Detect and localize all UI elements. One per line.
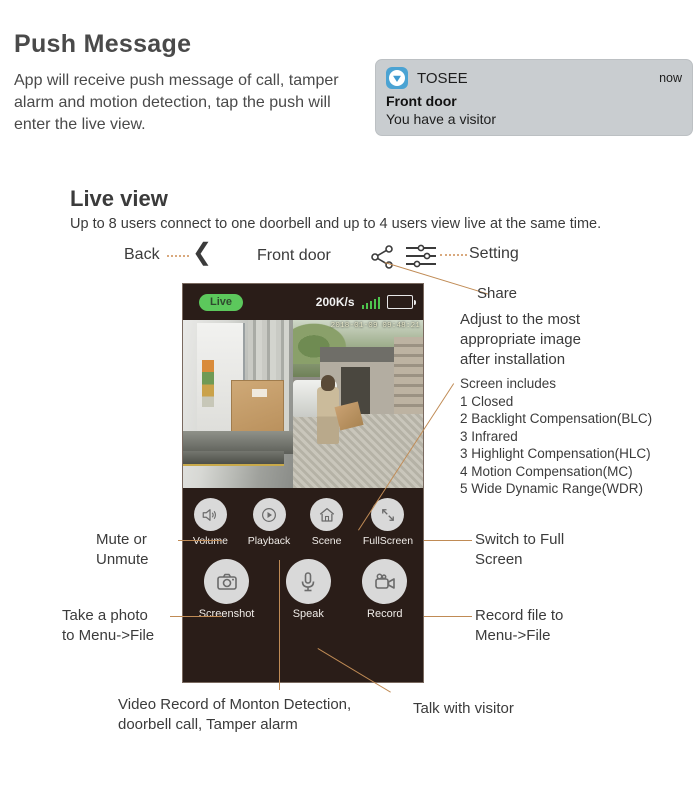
fullscreen-anno-line-2: Screen xyxy=(475,551,523,568)
screen-includes-item-5: 4 Motion Compensation(MC) xyxy=(460,463,633,479)
screen-includes-item-2: 2 Backlight Compensation(BLC) xyxy=(460,411,653,426)
adjust-image-annotation: Adjust to the most appropriate image aft… xyxy=(460,310,690,370)
mute-annotation: Mute or Unmute xyxy=(96,530,246,570)
adjust-line-3: after installation xyxy=(460,351,566,368)
play-circle-icon xyxy=(252,498,286,531)
take-photo-annotation: Take a photo to Menu->File xyxy=(62,606,232,646)
home-icon xyxy=(310,498,344,531)
feed-truck-sticker xyxy=(202,360,215,408)
video-record-anno-line-2: doorbell call, Tamper alarm xyxy=(118,716,298,733)
push-notification-card[interactable]: TOSEE now Front door You have a visitor xyxy=(375,59,693,136)
share-icon[interactable] xyxy=(370,244,396,270)
push-message-title: Push Message xyxy=(14,30,192,58)
feed-package-box xyxy=(231,380,284,436)
record-leader-line xyxy=(424,616,472,617)
screen-title-label: Front door xyxy=(257,247,331,264)
push-message-description: App will receive push message of call, t… xyxy=(14,72,339,133)
record-anno-line-1: Record file to xyxy=(475,607,564,624)
mute-anno-line-2: Unmute xyxy=(96,551,149,568)
talk-with-visitor-annotation: Talk with visitor xyxy=(413,700,514,717)
screen-includes-item-4: 3 Highlight Compensation(HLC) xyxy=(460,446,651,461)
record-anno-line-2: Menu->File xyxy=(475,627,551,644)
take-photo-leader-line xyxy=(170,616,222,617)
take-photo-anno-line-2: to Menu->File xyxy=(62,627,155,644)
speak-button[interactable]: Speak xyxy=(285,559,331,620)
mute-anno-line-1: Mute or xyxy=(96,531,147,548)
signal-bars-icon xyxy=(361,296,380,309)
back-leader-dots xyxy=(167,255,189,257)
fullscreen-annotation: Switch to Full Screen xyxy=(475,530,675,570)
battery-icon xyxy=(387,295,416,309)
adjust-line-2: appropriate image xyxy=(460,331,581,348)
playback-button[interactable]: Playback xyxy=(247,498,291,547)
back-label: Back xyxy=(124,246,160,263)
screen-includes-title: Screen includes xyxy=(460,376,557,391)
screen-includes-list: Screen includes 1 Closed 2 Backlight Com… xyxy=(460,375,652,498)
chevron-left-icon[interactable]: ❮ xyxy=(192,241,212,265)
setting-label: Setting xyxy=(469,245,519,262)
adjust-line-1: Adjust to the most xyxy=(460,311,581,328)
feed-truck-bumper xyxy=(183,451,284,467)
video-osd-timestamp: 2018-01-09 09:48:21 xyxy=(330,322,420,330)
fullscreen-leader-line xyxy=(424,540,472,541)
microphone-icon xyxy=(285,559,331,604)
scene-button[interactable]: Scene xyxy=(310,498,344,547)
video-record-anno-line-1: Video Record of Monton Detection, xyxy=(118,696,352,713)
live-video-feed[interactable]: 2018-01-09 09:48:21 xyxy=(183,320,423,488)
speak-label: Speak xyxy=(292,608,324,620)
live-view-subtitle: Up to 8 users connect to one doorbell an… xyxy=(70,216,602,232)
settings-sliders-icon[interactable] xyxy=(404,243,438,269)
video-camera-icon xyxy=(362,559,408,604)
bitrate-label: 200K/s xyxy=(315,295,355,309)
tosee-app-icon xyxy=(386,67,408,89)
notification-timestamp: now xyxy=(659,71,682,85)
notification-app-name: TOSEE xyxy=(417,69,468,87)
screen-includes-item-3: 3 Infrared xyxy=(460,428,518,444)
speaker-volume-icon xyxy=(193,498,227,531)
notification-title: Front door xyxy=(386,93,457,109)
playback-label: Playback xyxy=(247,535,291,547)
app-icon-drop-shape xyxy=(393,75,401,82)
notification-body: You have a visitor xyxy=(386,111,496,127)
setting-leader-dots xyxy=(440,254,467,256)
video-record-leader-line xyxy=(279,560,280,690)
record-annotation: Record file to Menu->File xyxy=(475,606,675,646)
share-annotation: Share xyxy=(477,285,518,302)
screen-includes-item-1: 1 Closed xyxy=(460,393,514,409)
push-message-live-view-infographic: Push Message App will receive push messa… xyxy=(0,0,700,800)
live-badge: Live xyxy=(199,293,243,311)
fullscreen-label: FullScreen xyxy=(362,535,414,547)
notification-header: TOSEE now xyxy=(386,67,682,89)
app-status-bar: Live 200K/s xyxy=(183,284,423,320)
video-record-annotation: Video Record of Monton Detection, doorbe… xyxy=(118,695,438,735)
screen-includes-item-6: 5 Wide Dynamic Range(WDR) xyxy=(460,481,644,496)
record-button[interactable]: Record xyxy=(362,559,408,620)
live-view-title: Live view xyxy=(70,186,168,211)
mute-leader-line xyxy=(178,540,222,541)
fullscreen-button[interactable]: FullScreen xyxy=(363,498,413,547)
scene-label: Scene xyxy=(311,535,342,547)
fullscreen-anno-line-1: Switch to Full xyxy=(475,531,565,548)
record-label: Record xyxy=(367,608,403,620)
app-icon-ring xyxy=(389,70,405,86)
feed-person-head xyxy=(321,375,336,391)
